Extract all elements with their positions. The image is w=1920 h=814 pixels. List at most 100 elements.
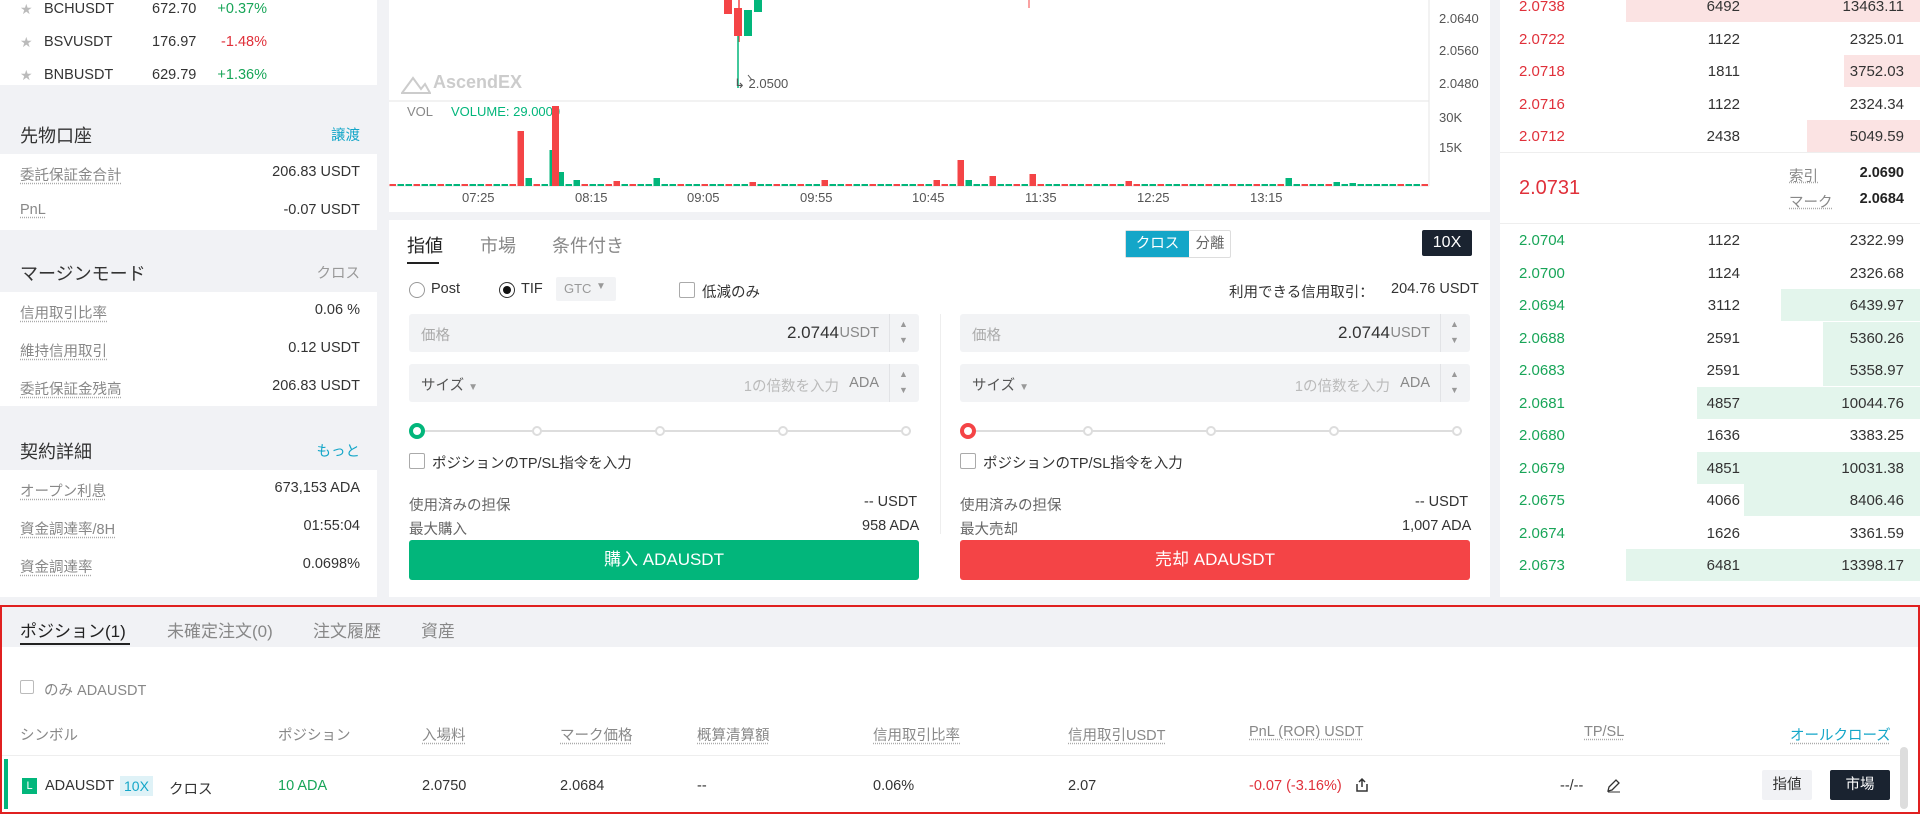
tab-conditional[interactable]: 条件付き (552, 232, 624, 258)
close-all-link[interactable]: オールクローズ (1790, 724, 1891, 745)
volume-bar (997, 184, 1004, 186)
ask-row[interactable]: 2.0738 6492 13463.11 (1500, 0, 1920, 22)
bid-row[interactable]: 2.0679 4851 10031.38 (1500, 451, 1920, 484)
ask-row[interactable]: 2.0722 1122 2325.01 (1500, 23, 1920, 55)
star-icon[interactable]: ★ (20, 34, 33, 51)
share-icon[interactable] (1354, 777, 1370, 793)
book-qty: 4066 (1706, 492, 1740, 509)
ask-row[interactable]: 2.0712 2438 5049.59 (1500, 120, 1920, 152)
cross-mode-button[interactable]: クロス (1126, 231, 1189, 257)
volume-bar (1181, 184, 1188, 186)
slider-stop[interactable] (655, 426, 665, 436)
chevron-up-icon[interactable]: ▲ (899, 319, 908, 329)
bid-row[interactable]: 2.0688 2591 5360.26 (1500, 321, 1920, 354)
volume-bar (413, 184, 420, 186)
isolated-mode-button[interactable]: 分離 (1189, 231, 1231, 257)
leverage-button[interactable]: 10X (1422, 230, 1472, 256)
price-chart[interactable]: AscendEX ↳ 2.0500 2.0640 2.0560 2.0480 V… (389, 0, 1490, 212)
slider-stop[interactable] (778, 426, 788, 436)
more-link[interactable]: もっと (317, 440, 361, 461)
reduce-only-checkbox[interactable] (679, 282, 695, 298)
market-row[interactable]: ★ BNBUSDT 629.79 +1.36% (0, 60, 377, 92)
slider-stop[interactable] (1329, 426, 1339, 436)
limit-close-button[interactable]: 指値 (1762, 770, 1812, 800)
symbol-filter-checkbox[interactable] (20, 680, 34, 694)
slider-stop[interactable] (1452, 426, 1462, 436)
tab-market[interactable]: 市場 (480, 232, 516, 258)
chevron-up-icon[interactable]: ▲ (1450, 319, 1459, 329)
tab-limit[interactable]: 指値 (407, 232, 443, 258)
ask-row[interactable]: 2.0718 1811 3752.03 (1500, 55, 1920, 87)
scrollbar[interactable] (1900, 747, 1908, 809)
used-collateral-label: 使用済みの担保 (960, 498, 1062, 514)
market-row[interactable]: ★ BSVUSDT 176.97 -1.48% (0, 27, 377, 59)
book-qty: 2438 (1706, 128, 1740, 145)
sell-tpsl-checkbox[interactable] (960, 453, 976, 469)
slider-handle[interactable] (409, 423, 425, 439)
slider-stop[interactable] (1206, 426, 1216, 436)
tif-radio[interactable] (499, 282, 515, 298)
buy-size-input[interactable]: サイズ ▼ 1の倍数を入力 ADA ▲ ▼ (409, 364, 919, 402)
low-price-label: ↳ 2.0500 (734, 76, 789, 91)
tab-positions[interactable]: ポジション(1) (20, 617, 126, 642)
volume-bar (461, 184, 468, 186)
market-change: +0.37% (217, 1, 267, 17)
chevron-up-icon[interactable]: ▲ (1450, 369, 1459, 379)
volume-bar (1093, 184, 1100, 186)
chevron-down-icon[interactable]: ▼ (1450, 335, 1459, 345)
chevron-down-icon[interactable]: ▼ (899, 385, 908, 395)
buy-size-slider[interactable] (409, 423, 919, 439)
book-total: 2322.99 (1849, 232, 1904, 249)
tab-assets[interactable]: 資産 (421, 617, 455, 642)
bid-row[interactable]: 2.0675 4066 8406.46 (1500, 484, 1920, 516)
size-stepper[interactable]: ▲ ▼ (889, 364, 919, 402)
slider-stop[interactable] (532, 426, 542, 436)
edit-icon[interactable] (1606, 778, 1621, 793)
ask-row[interactable]: 2.0716 1122 2324.34 (1500, 88, 1920, 120)
star-icon[interactable]: ★ (20, 67, 33, 84)
transfer-link[interactable]: 譲渡 (331, 124, 360, 145)
gtc-select[interactable]: GTC ▼ (556, 277, 616, 301)
volume-bar (765, 184, 772, 186)
bid-row[interactable]: 2.0674 1626 3361.59 (1500, 517, 1920, 549)
size-select[interactable]: サイズ ▼ (421, 374, 478, 395)
slider-handle[interactable] (960, 423, 976, 439)
sell-size-slider[interactable] (960, 423, 1470, 439)
index-label: 索引 (1789, 169, 1818, 185)
info-value: 0.06 % (314, 302, 360, 318)
sell-price-input[interactable]: 価格 2.0744 USDT ▲ ▼ (960, 314, 1470, 352)
col-mark: マーク価格 (560, 728, 633, 744)
tab-open-orders[interactable]: 未確定注文(0) (167, 617, 273, 642)
bid-row[interactable]: 2.0694 3112 6439.97 (1500, 289, 1920, 321)
index-value: 2.0690 (1859, 165, 1904, 181)
bid-row[interactable]: 2.0704 1122 2322.99 (1500, 224, 1920, 256)
size-stepper[interactable]: ▲ ▼ (1440, 364, 1470, 402)
price-stepper[interactable]: ▲ ▼ (889, 314, 919, 352)
bid-row[interactable]: 2.0680 1636 3383.25 (1500, 419, 1920, 451)
price-stepper[interactable]: ▲ ▼ (1440, 314, 1470, 352)
slider-stop[interactable] (901, 426, 911, 436)
chevron-down-icon[interactable]: ▼ (1450, 385, 1459, 395)
market-row[interactable]: ★ BCHUSDT 672.70 +0.37% (0, 0, 377, 26)
bid-row[interactable]: 2.0681 4857 10044.76 (1500, 386, 1920, 419)
volume-bar (1045, 184, 1052, 186)
chevron-up-icon[interactable]: ▲ (899, 369, 908, 379)
bid-row[interactable]: 2.0673 6481 13398.17 (1500, 549, 1920, 581)
size-select[interactable]: サイズ ▼ (972, 374, 1029, 395)
buy-tpsl-checkbox[interactable] (409, 453, 425, 469)
slider-stop[interactable] (1083, 426, 1093, 436)
tab-order-history[interactable]: 注文履歴 (313, 617, 381, 642)
volume-bar (653, 178, 660, 186)
buy-button[interactable]: 購入 ADAUSDT (409, 540, 919, 580)
sell-size-input[interactable]: サイズ ▼ 1の倍数を入力 ADA ▲ ▼ (960, 364, 1470, 402)
bid-row[interactable]: 2.0683 2591 5358.97 (1500, 354, 1920, 386)
market-close-button[interactable]: 市場 (1830, 770, 1890, 800)
chevron-down-icon[interactable]: ▼ (899, 335, 908, 345)
sell-button[interactable]: 売却 ADAUSDT (960, 540, 1470, 580)
star-icon[interactable]: ★ (20, 1, 33, 18)
post-radio[interactable] (409, 282, 425, 298)
buy-price-input[interactable]: 価格 2.0744 USDT ▲ ▼ (409, 314, 919, 352)
bid-row[interactable]: 2.0700 1124 2326.68 (1500, 257, 1920, 289)
info-key: 資金調達率 (20, 560, 93, 576)
volume-bar (1349, 183, 1356, 186)
